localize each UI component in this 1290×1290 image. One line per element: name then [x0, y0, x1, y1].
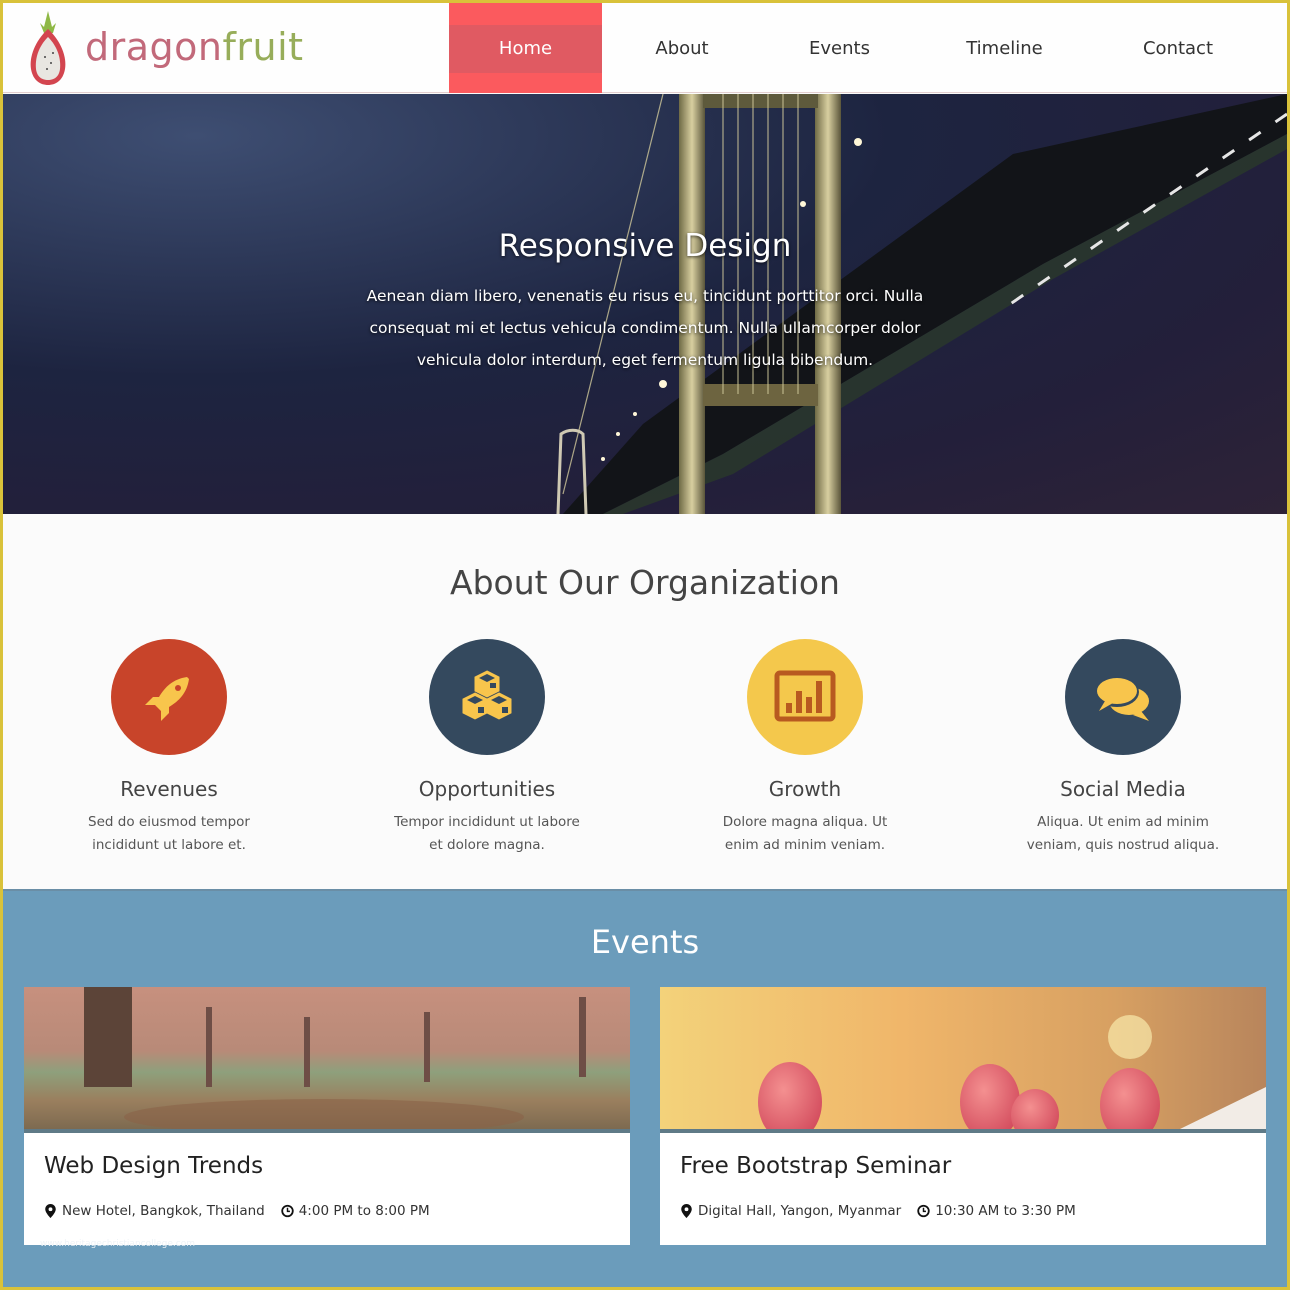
feature-text: Dolore magna aliqua. Ut enim ad minim ve…	[722, 814, 888, 853]
feature-title: Revenues	[120, 777, 218, 801]
event-card-divider	[24, 1129, 630, 1133]
nav-contact[interactable]: Contact	[1092, 3, 1264, 93]
feature-text: Sed do eiusmod tempor incididunt ut labo…	[88, 814, 250, 853]
events-section-title: Events	[590, 923, 700, 961]
nav-events[interactable]: Events	[762, 3, 917, 93]
cubes-icon	[462, 670, 512, 720]
rocket-icon	[145, 677, 189, 721]
feature-text: Tempor incididunt ut labore et dolore ma…	[394, 814, 580, 853]
brand-name-part2: fruit	[222, 25, 304, 69]
dragonfruit-logo-icon	[30, 11, 66, 85]
hero-text: Aenean diam libero, venenatis eu risus e…	[366, 287, 924, 369]
map-marker-icon	[681, 1204, 692, 1218]
event-image-raspberries	[660, 987, 1266, 1129]
event-meta: Digital Hall, Yangon, Myanmar 10:30 AM t…	[680, 1203, 1076, 1219]
map-marker-icon	[45, 1204, 56, 1218]
event-location: Digital Hall, Yangon, Myanmar	[698, 1203, 902, 1219]
events-section: Events Web Design Trends New Hotel, Bang…	[3, 889, 1287, 1287]
nav-about[interactable]: About	[602, 3, 762, 93]
event-image-park	[24, 987, 630, 1129]
nav-timeline[interactable]: Timeline	[917, 3, 1092, 93]
about-section-title: About Our Organization	[450, 563, 840, 602]
clock-icon	[281, 1204, 294, 1218]
event-time: 10:30 AM to 3:30 PM	[935, 1203, 1076, 1219]
event-time: 4:00 PM to 8:00 PM	[298, 1203, 430, 1219]
event-card-divider	[660, 1129, 1266, 1133]
event-card[interactable]: Web Design Trends New Hotel, Bangkok, Th…	[24, 987, 630, 1245]
feature-icon-circle	[747, 639, 863, 755]
event-card[interactable]: Free Bootstrap Seminar Digital Hall, Yan…	[660, 987, 1266, 1245]
feature-title: Social Media	[1060, 777, 1186, 801]
feature-opportunities: Opportunities Tempor incididunt ut labor…	[328, 639, 646, 857]
feature-title: Growth	[768, 777, 842, 801]
feature-title: Opportunities	[418, 777, 556, 801]
watermark-text: www.heritagechristiancollege.com	[40, 1239, 195, 1249]
brand-name-part1: dragon	[85, 25, 223, 69]
main-nav: Home About Events Timeline Contact	[449, 3, 1264, 93]
event-location: New Hotel, Bangkok, Thailand	[62, 1203, 265, 1219]
site-header: dragonfruit Home About Events Timeline C…	[3, 3, 1287, 93]
bar-chart-icon	[774, 670, 836, 722]
feature-text: Aliqua. Ut enim ad minim veniam, quis no…	[1026, 814, 1220, 853]
feature-growth: Growth Dolore magna aliqua. Ut enim ad m…	[646, 639, 964, 857]
brand-name: dragonfruit	[85, 25, 304, 69]
event-title[interactable]: Free Bootstrap Seminar	[680, 1153, 951, 1179]
clock-icon	[917, 1204, 930, 1218]
chat-bubbles-icon	[1095, 677, 1149, 721]
feature-icon-circle	[1065, 639, 1181, 755]
feature-icon-circle	[111, 639, 227, 755]
event-meta: New Hotel, Bangkok, Thailand 4:00 PM to …	[44, 1203, 430, 1219]
hero-banner: Responsive Design Aenean diam libero, ve…	[3, 94, 1287, 514]
page-frame: dragonfruit Home About Events Timeline C…	[3, 3, 1287, 1287]
logo[interactable]: dragonfruit	[25, 7, 304, 87]
hero-title: Responsive Design	[498, 228, 792, 264]
event-title[interactable]: Web Design Trends	[44, 1153, 263, 1179]
nav-home[interactable]: Home	[449, 3, 602, 93]
feature-icon-circle	[429, 639, 545, 755]
feature-revenues: Revenues Sed do eiusmod tempor incididun…	[10, 639, 328, 857]
feature-social-media: Social Media Aliqua. Ut enim ad minim ve…	[964, 639, 1282, 857]
